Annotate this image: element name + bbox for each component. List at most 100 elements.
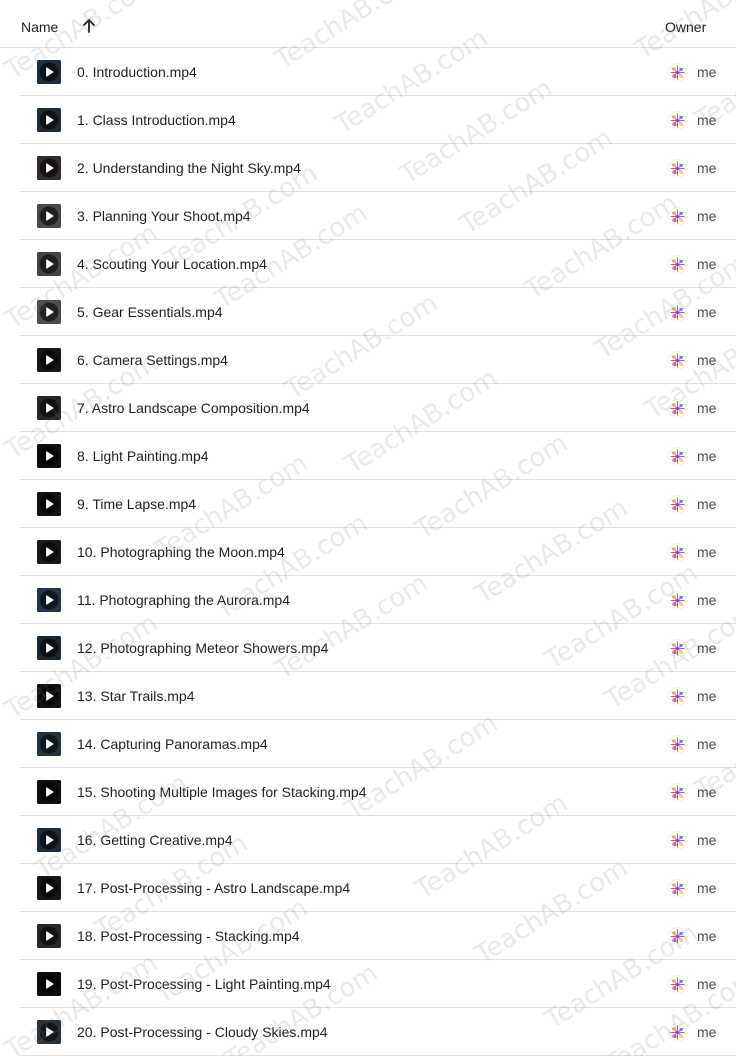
- file-name[interactable]: 9. Time Lapse.mp4: [77, 496, 196, 512]
- owner-name: me: [697, 160, 717, 176]
- file-row[interactable]: 10. Photographing the Moon.mp4 me: [0, 528, 736, 576]
- file-row[interactable]: 18. Post-Processing - Stacking.mp4 me: [0, 912, 736, 960]
- owner-avatar-icon: [668, 927, 687, 946]
- video-play-icon: [37, 348, 61, 372]
- file-row[interactable]: 9. Time Lapse.mp4 me: [0, 480, 736, 528]
- file-name[interactable]: 17. Post-Processing - Astro Landscape.mp…: [77, 880, 350, 896]
- owner-name: me: [697, 304, 717, 320]
- video-play-icon: [37, 588, 61, 612]
- owner-avatar-icon: [668, 783, 687, 802]
- owner-avatar-icon: [668, 1023, 687, 1042]
- owner-name: me: [697, 352, 717, 368]
- file-row[interactable]: 12. Photographing Meteor Showers.mp4 me: [0, 624, 736, 672]
- owner-avatar-icon: [668, 351, 687, 370]
- file-row[interactable]: 14. Capturing Panoramas.mp4 me: [0, 720, 736, 768]
- file-row[interactable]: 15. Shooting Multiple Images for Stackin…: [0, 768, 736, 816]
- file-row[interactable]: 1. Class Introduction.mp4 me: [0, 96, 736, 144]
- file-name[interactable]: 0. Introduction.mp4: [77, 64, 197, 80]
- file-row[interactable]: 4. Scouting Your Location.mp4 me: [0, 240, 736, 288]
- file-list: 0. Introduction.mp4 me 1. Class Introducti…: [0, 48, 736, 1056]
- owner-avatar-icon: [668, 591, 687, 610]
- file-name[interactable]: 18. Post-Processing - Stacking.mp4: [77, 928, 300, 944]
- owner-name: me: [697, 832, 717, 848]
- owner-avatar-icon: [668, 63, 687, 82]
- file-name[interactable]: 6. Camera Settings.mp4: [77, 352, 228, 368]
- owner-avatar-icon: [668, 831, 687, 850]
- video-play-icon: [37, 924, 61, 948]
- file-row[interactable]: 11. Photographing the Aurora.mp4 me: [0, 576, 736, 624]
- video-play-icon: [37, 684, 61, 708]
- video-play-icon: [37, 1020, 61, 1044]
- owner-avatar-icon: [668, 495, 687, 514]
- file-row[interactable]: 16. Getting Creative.mp4 me: [0, 816, 736, 864]
- owner-name: me: [697, 736, 717, 752]
- video-play-icon: [37, 60, 61, 84]
- owner-avatar-icon: [668, 543, 687, 562]
- video-play-icon: [37, 636, 61, 660]
- file-row[interactable]: 17. Post-Processing - Astro Landscape.mp…: [0, 864, 736, 912]
- file-name[interactable]: 16. Getting Creative.mp4: [77, 832, 233, 848]
- file-name[interactable]: 1. Class Introduction.mp4: [77, 112, 236, 128]
- video-play-icon: [37, 780, 61, 804]
- file-row[interactable]: 2. Understanding the Night Sky.mp4 me: [0, 144, 736, 192]
- owner-avatar-icon: [668, 975, 687, 994]
- name-column-header[interactable]: Name: [21, 19, 58, 35]
- file-row[interactable]: 13. Star Trails.mp4 me: [0, 672, 736, 720]
- owner-name: me: [697, 928, 717, 944]
- owner-avatar-icon: [668, 303, 687, 322]
- file-row[interactable]: 0. Introduction.mp4 me: [0, 48, 736, 96]
- owner-name: me: [697, 688, 717, 704]
- file-row[interactable]: 5. Gear Essentials.mp4 me: [0, 288, 736, 336]
- file-row[interactable]: 20. Post-Processing - Cloudy Skies.mp4 me: [0, 1008, 736, 1056]
- file-name[interactable]: 11. Photographing the Aurora.mp4: [77, 592, 290, 608]
- file-name[interactable]: 10. Photographing the Moon.mp4: [77, 544, 285, 560]
- owner-avatar-icon: [668, 399, 687, 418]
- owner-avatar-icon: [668, 207, 687, 226]
- file-name[interactable]: 7. Astro Landscape Composition.mp4: [77, 400, 310, 416]
- owner-avatar-icon: [668, 639, 687, 658]
- file-name[interactable]: 5. Gear Essentials.mp4: [77, 304, 223, 320]
- file-row[interactable]: 6. Camera Settings.mp4 me: [0, 336, 736, 384]
- file-row[interactable]: 8. Light Painting.mp4 me: [0, 432, 736, 480]
- owner-avatar-icon: [668, 447, 687, 466]
- video-play-icon: [37, 108, 61, 132]
- owner-name: me: [697, 544, 717, 560]
- owner-avatar-icon: [668, 111, 687, 130]
- video-play-icon: [37, 540, 61, 564]
- file-name[interactable]: 8. Light Painting.mp4: [77, 448, 209, 464]
- video-play-icon: [37, 252, 61, 276]
- file-row[interactable]: 19. Post-Processing - Light Painting.mp4…: [0, 960, 736, 1008]
- owner-name: me: [697, 592, 717, 608]
- file-name[interactable]: 13. Star Trails.mp4: [77, 688, 195, 704]
- video-play-icon: [37, 492, 61, 516]
- list-header: Name Owner: [0, 0, 736, 48]
- video-play-icon: [37, 828, 61, 852]
- file-name[interactable]: 3. Planning Your Shoot.mp4: [77, 208, 251, 224]
- video-play-icon: [37, 396, 61, 420]
- file-name[interactable]: 14. Capturing Panoramas.mp4: [77, 736, 268, 752]
- video-play-icon: [37, 732, 61, 756]
- owner-name: me: [697, 208, 717, 224]
- file-name[interactable]: 4. Scouting Your Location.mp4: [77, 256, 267, 272]
- file-row[interactable]: 3. Planning Your Shoot.mp4 me: [0, 192, 736, 240]
- video-play-icon: [37, 876, 61, 900]
- owner-name: me: [697, 64, 717, 80]
- file-row[interactable]: 7. Astro Landscape Composition.mp4 me: [0, 384, 736, 432]
- video-play-icon: [37, 156, 61, 180]
- video-play-icon: [37, 972, 61, 996]
- owner-name: me: [697, 976, 717, 992]
- owner-avatar-icon: [668, 687, 687, 706]
- owner-name: me: [697, 784, 717, 800]
- owner-column-header[interactable]: Owner: [665, 19, 706, 35]
- file-name[interactable]: 15. Shooting Multiple Images for Stackin…: [77, 784, 367, 800]
- owner-avatar-icon: [668, 879, 687, 898]
- file-name[interactable]: 2. Understanding the Night Sky.mp4: [77, 160, 301, 176]
- owner-avatar-icon: [668, 255, 687, 274]
- file-name[interactable]: 20. Post-Processing - Cloudy Skies.mp4: [77, 1024, 328, 1040]
- owner-name: me: [697, 880, 717, 896]
- file-name[interactable]: 12. Photographing Meteor Showers.mp4: [77, 640, 328, 656]
- file-name[interactable]: 19. Post-Processing - Light Painting.mp4: [77, 976, 331, 992]
- arrow-up-icon[interactable]: [80, 17, 98, 35]
- owner-name: me: [697, 112, 717, 128]
- owner-name: me: [697, 448, 717, 464]
